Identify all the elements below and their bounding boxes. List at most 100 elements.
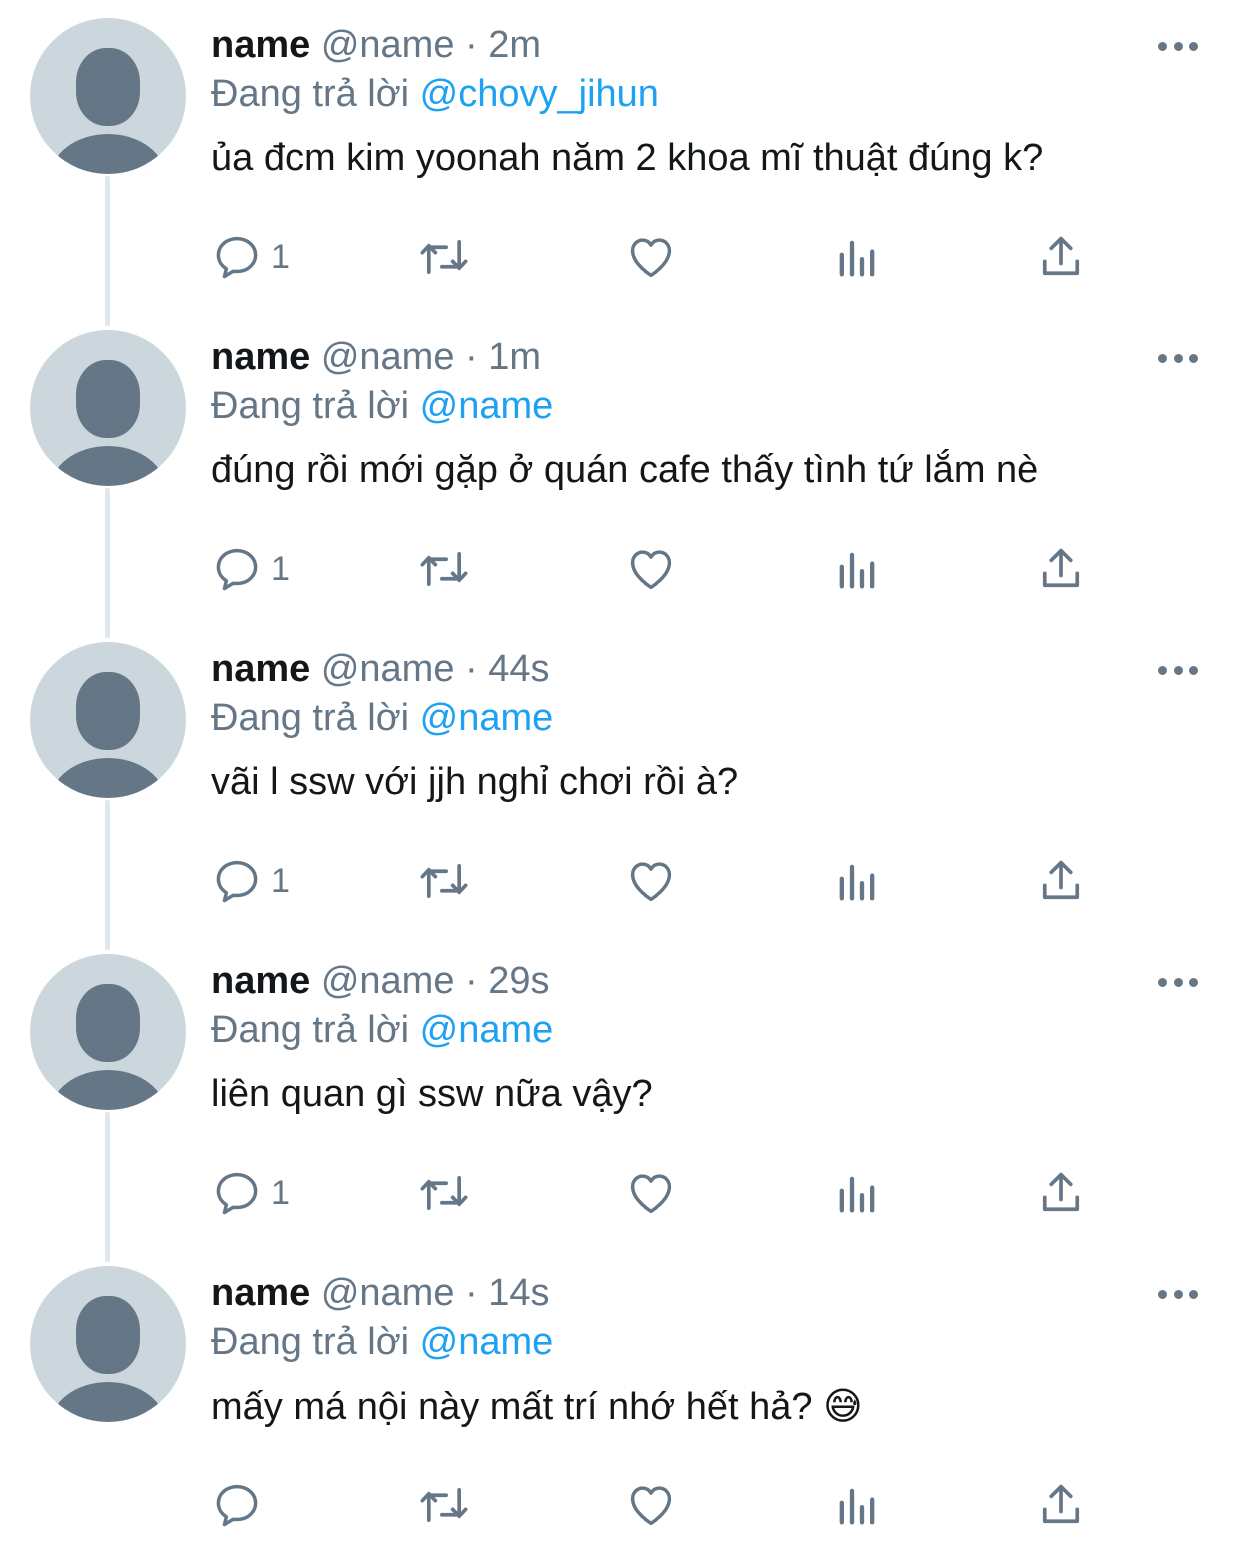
analytics-icon (839, 1488, 875, 1525)
replying-to: Đang trả lời @name (211, 380, 1211, 432)
reply-button[interactable]: 1 (211, 542, 290, 596)
user-handle[interactable]: @name (321, 336, 455, 378)
more-options-button[interactable] (1158, 348, 1198, 368)
replying-to-handle-link[interactable]: @name (420, 385, 554, 427)
retweet-button[interactable] (415, 854, 473, 908)
replying-to-handle-link[interactable]: @name (420, 1009, 554, 1051)
like-button[interactable] (625, 230, 677, 284)
avatar[interactable] (30, 330, 186, 486)
tweet-text-body: đúng rồi mới gặp ở quán cafe thấy tình t… (211, 449, 1039, 491)
avatar[interactable] (30, 1266, 186, 1422)
avatar-column (30, 330, 186, 486)
like-button[interactable] (625, 542, 677, 596)
analytics-button[interactable] (831, 1166, 883, 1220)
tweet-header: name @name · 29s (211, 958, 1211, 1004)
share-icon (1042, 860, 1080, 900)
more-options-icon (1158, 665, 1167, 675)
retweet-button[interactable] (415, 542, 473, 596)
reply-icon (216, 860, 258, 903)
tweet[interactable]: name @name · 29s Đang trả lời @name liên… (0, 936, 1242, 1262)
avatar[interactable] (30, 642, 186, 798)
separator-dot: · (465, 648, 478, 690)
more-options-button[interactable] (1158, 36, 1198, 56)
timestamp[interactable]: 29s (488, 960, 549, 1002)
avatar[interactable] (30, 18, 186, 174)
analytics-button[interactable] (831, 542, 883, 596)
like-button[interactable] (625, 1478, 677, 1532)
more-options-icon (1158, 353, 1167, 363)
replying-to-handle-link[interactable]: @name (420, 1321, 554, 1363)
share-button[interactable] (1035, 1166, 1087, 1220)
analytics-icon (839, 1176, 875, 1213)
default-avatar-icon (50, 1296, 166, 1422)
more-options-icon-dot (1189, 1289, 1198, 1299)
reply-button[interactable]: 1 (211, 854, 290, 908)
reply-count: 1 (271, 1173, 290, 1212)
more-options-button[interactable] (1158, 1284, 1198, 1304)
more-options-icon-dot (1173, 665, 1183, 675)
display-name[interactable]: name (211, 24, 310, 66)
more-options-icon (1158, 977, 1167, 987)
timestamp[interactable]: 14s (488, 1272, 549, 1314)
more-options-icon-dot (1189, 665, 1198, 675)
user-handle[interactable]: @name (321, 24, 455, 66)
tweet-text-body: ủa đcm kim yoonah năm 2 khoa mĩ thuật đú… (211, 137, 1044, 179)
reply-button[interactable]: 1 (211, 1166, 290, 1220)
user-handle[interactable]: @name (321, 960, 455, 1002)
analytics-button[interactable] (831, 854, 883, 908)
reply-thread: name @name · 2m Đang trả lời @chovy_jihu… (0, 0, 1242, 1561)
replying-to-label: Đang trả lời (211, 1321, 410, 1363)
more-options-button[interactable] (1158, 972, 1198, 992)
like-button[interactable] (625, 1166, 677, 1220)
tweet-text: đúng rồi mới gặp ở quán cafe thấy tình t… (211, 442, 1211, 498)
default-avatar-icon (50, 672, 166, 798)
like-button[interactable] (625, 854, 677, 908)
reply-count: 1 (271, 861, 290, 900)
retweet-button[interactable] (415, 1166, 473, 1220)
share-icon (1042, 236, 1080, 276)
share-button[interactable] (1035, 542, 1087, 596)
tweet[interactable]: name @name · 44s Đang trả lời @name vãi … (0, 624, 1242, 950)
tweet-actions (211, 1478, 1091, 1532)
replying-to-handle-link[interactable]: @name (420, 697, 554, 739)
reply-icon (216, 1172, 258, 1215)
default-avatar-icon (50, 360, 166, 486)
reply-count: 1 (271, 237, 290, 276)
tweet-text: ủa đcm kim yoonah năm 2 khoa mĩ thuật đú… (211, 130, 1211, 186)
share-button[interactable] (1035, 1478, 1087, 1532)
share-button[interactable] (1035, 230, 1087, 284)
heart-icon (630, 862, 672, 902)
timestamp[interactable]: 44s (488, 648, 549, 690)
replying-to-handle-link[interactable]: @chovy_jihun (420, 73, 659, 115)
timestamp[interactable]: 1m (488, 336, 541, 378)
retweet-icon (420, 551, 468, 587)
display-name[interactable]: name (211, 336, 310, 378)
timestamp[interactable]: 2m (488, 24, 541, 66)
tweet[interactable]: name @name · 14s Đang trả lời @name mấy … (0, 1248, 1242, 1560)
more-options-icon-dot (1173, 977, 1183, 987)
display-name[interactable]: name (211, 960, 310, 1002)
more-options-button[interactable] (1158, 660, 1198, 680)
share-button[interactable] (1035, 854, 1087, 908)
display-name[interactable]: name (211, 1272, 310, 1314)
more-options-icon-dot (1189, 353, 1198, 363)
tweet[interactable]: name @name · 2m Đang trả lời @chovy_jihu… (0, 0, 1242, 326)
tweet[interactable]: name @name · 1m Đang trả lời @name đúng … (0, 312, 1242, 638)
tweet-header: name @name · 14s (211, 1270, 1211, 1316)
display-name[interactable]: name (211, 648, 310, 690)
separator-dot: · (465, 1272, 478, 1314)
reply-icon (216, 236, 258, 279)
user-handle[interactable]: @name (321, 1272, 455, 1314)
reply-button[interactable] (211, 1478, 271, 1532)
tweet-text: vãi l ssw với jjh nghỉ chơi rồi à? (211, 754, 1211, 810)
analytics-button[interactable] (831, 1478, 883, 1532)
thread-connector-line (105, 1112, 110, 1262)
default-avatar-icon (50, 48, 166, 174)
retweet-button[interactable] (415, 230, 473, 284)
retweet-icon (420, 239, 468, 275)
avatar[interactable] (30, 954, 186, 1110)
user-handle[interactable]: @name (321, 648, 455, 690)
reply-button[interactable]: 1 (211, 230, 290, 284)
retweet-button[interactable] (415, 1478, 473, 1532)
analytics-button[interactable] (831, 230, 883, 284)
